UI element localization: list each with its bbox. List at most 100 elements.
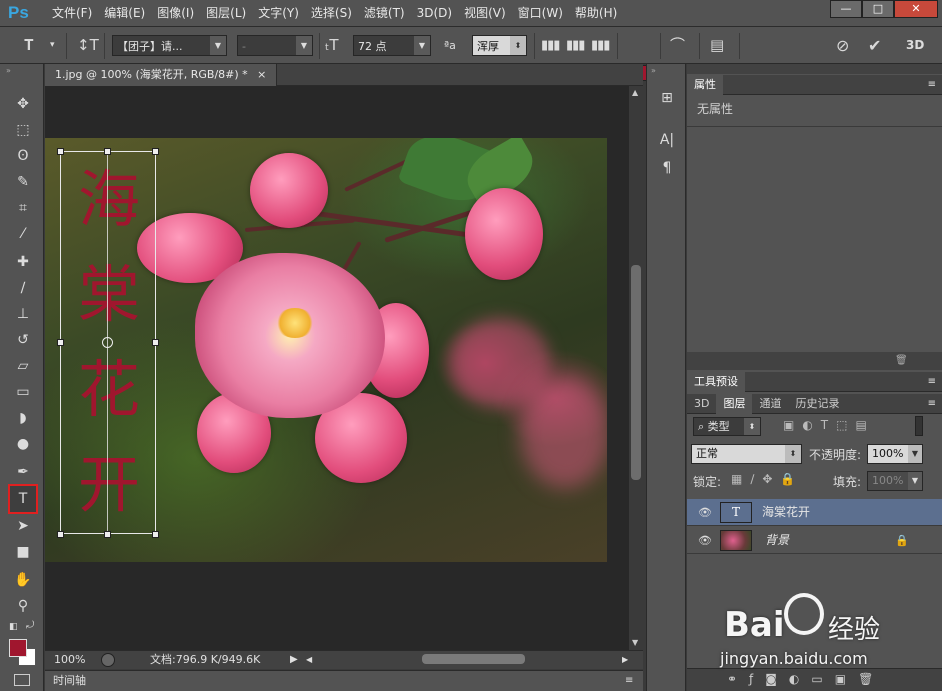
toggle-orientation-icon[interactable]: ↕T <box>77 35 99 56</box>
panel-menu-icon[interactable]: ≡ <box>625 671 633 691</box>
brush-tool-icon[interactable]: ∕ <box>11 276 35 300</box>
menu-view[interactable]: 视图(V) <box>458 0 512 27</box>
menu-edit[interactable]: 编辑(E) <box>98 0 151 27</box>
maximize-button[interactable]: □ <box>862 0 894 18</box>
font-size-select[interactable]: 72 点 ▼ <box>353 35 431 56</box>
layer-name[interactable]: 海棠花开 <box>762 499 810 526</box>
character-panel-icon[interactable]: ▤ <box>710 35 724 56</box>
path-selection-tool-icon[interactable]: ➤ <box>11 514 35 538</box>
cancel-icon[interactable]: ⊘ <box>836 35 849 56</box>
scroll-down-icon[interactable]: ▼ <box>632 638 638 647</box>
hand-tool-icon[interactable]: ✋ <box>11 568 35 592</box>
trash-icon[interactable]: 🗑 <box>895 355 908 366</box>
properties-tab[interactable]: 属性 <box>687 75 723 95</box>
menu-3d[interactable]: 3D(D) <box>411 0 458 27</box>
chevron-down-icon[interactable]: ▾ <box>50 35 55 56</box>
swap-colors-icon[interactable]: ⤾ <box>26 620 34 631</box>
tab-history[interactable]: 历史记录 <box>788 394 846 414</box>
transform-handle[interactable] <box>104 531 111 538</box>
commit-icon[interactable]: ✔ <box>868 35 881 56</box>
type-tool-preset-icon[interactable]: 𝐓 <box>24 35 34 56</box>
clone-stamp-tool-icon[interactable]: ⊥ <box>11 302 35 326</box>
menu-type[interactable]: 文字(Y) <box>252 0 305 27</box>
lasso-tool-icon[interactable]: ʘ <box>11 144 35 168</box>
menu-layer[interactable]: 图层(L) <box>200 0 252 27</box>
reference-point-icon[interactable] <box>102 337 113 348</box>
marquee-tool-icon[interactable]: ⬚ <box>11 118 35 142</box>
blend-mode-select[interactable]: 正常 ⬍ <box>691 444 802 464</box>
healing-brush-tool-icon[interactable]: ✚ <box>11 250 35 274</box>
font-style-select[interactable]: - ▼ <box>237 35 313 56</box>
menu-image[interactable]: 图像(I) <box>151 0 200 27</box>
panel-menu-icon[interactable]: ≡ <box>928 372 936 392</box>
zoom-level[interactable]: 100% <box>54 651 85 669</box>
menu-file[interactable]: 文件(F) <box>46 0 98 27</box>
layer-row-text[interactable]: 👁 T 海棠花开 <box>687 499 942 526</box>
menu-window[interactable]: 窗口(W) <box>512 0 569 27</box>
tab-layers[interactable]: 图层 <box>716 394 753 414</box>
eye-icon[interactable]: 👁 <box>697 499 713 526</box>
warp-text-icon[interactable]: ⌒ <box>670 35 685 56</box>
panel-menu-icon[interactable]: ≡ <box>928 75 936 95</box>
timeline-panel-tab[interactable]: 时间轴 ≡ <box>45 670 643 691</box>
align-right-icon[interactable]: ▮▮▮ <box>591 35 610 56</box>
pen-tool-icon[interactable]: ✒ <box>11 460 35 484</box>
transform-handle[interactable] <box>152 531 159 538</box>
menu-filter[interactable]: 滤镜(T) <box>358 0 411 27</box>
menu-select[interactable]: 选择(S) <box>305 0 358 27</box>
close-tab-icon[interactable]: × <box>257 68 266 81</box>
fill-input[interactable]: 100% ▼ <box>867 471 923 491</box>
move-tool-icon[interactable]: ✥ <box>11 92 35 116</box>
antialias-select[interactable]: 浑厚 ⬍ <box>472 35 527 56</box>
opacity-input[interactable]: 100% ▼ <box>867 444 923 464</box>
tab-channels[interactable]: 通道 <box>752 394 788 414</box>
close-window-button[interactable]: ✕ <box>894 0 938 18</box>
document-tab[interactable]: 1.jpg @ 100% (海棠花开, RGB/8#) * × <box>45 64 278 86</box>
quick-mask-icon[interactable] <box>14 674 30 686</box>
layer-filter-select[interactable]: ⌕ 类型 ⬍ <box>693 417 761 436</box>
transform-handle[interactable] <box>57 339 64 346</box>
horizontal-scroll-thumb[interactable] <box>422 654 525 664</box>
eyedropper-tool-icon[interactable]: ⁄ <box>11 222 35 246</box>
collapse-icon[interactable]: » <box>651 66 656 75</box>
scroll-up-icon[interactable]: ▲ <box>632 88 638 97</box>
status-menu-arrow-icon[interactable]: ▶ <box>290 651 298 669</box>
panel-menu-icon[interactable]: ≡ <box>928 394 936 414</box>
collapse-icon[interactable]: » <box>6 66 11 75</box>
zoom-tool-icon[interactable]: ⚲ <box>11 594 35 618</box>
transform-handle[interactable] <box>57 531 64 538</box>
scroll-right-icon[interactable]: ▶ <box>622 651 628 669</box>
align-left-icon[interactable]: ▮▮▮ <box>541 35 560 56</box>
menu-help[interactable]: 帮助(H) <box>569 0 623 27</box>
font-family-select[interactable]: 【团子】请... ▼ <box>112 35 227 56</box>
layer-row-background[interactable]: 👁 背景 🔒 <box>687 527 942 554</box>
vertical-scroll-thumb[interactable] <box>631 265 641 480</box>
3d-button[interactable]: 3D <box>906 35 924 56</box>
tab-3d[interactable]: 3D <box>687 394 716 414</box>
foreground-color-swatch[interactable] <box>9 639 27 657</box>
transform-handle[interactable] <box>152 148 159 155</box>
transform-handle[interactable] <box>104 148 111 155</box>
eraser-tool-icon[interactable]: ▱ <box>11 354 35 378</box>
tool-presets-icon[interactable]: ⊞ <box>657 88 677 108</box>
transform-handle[interactable] <box>152 339 159 346</box>
gradient-tool-icon[interactable]: ▭ <box>11 380 35 404</box>
default-colors-icon[interactable]: ◧ <box>9 622 18 632</box>
rectangle-tool-icon[interactable]: ■ <box>11 540 35 564</box>
filter-toggle[interactable] <box>915 416 923 436</box>
history-brush-tool-icon[interactable]: ↺ <box>11 328 35 352</box>
quick-select-tool-icon[interactable]: ✎ <box>11 170 35 194</box>
share-icon[interactable] <box>101 653 115 667</box>
transform-handle[interactable] <box>57 148 64 155</box>
paragraph-icon[interactable]: ¶ <box>657 158 677 178</box>
align-center-icon[interactable]: ▮▮▮ <box>566 35 585 56</box>
layer-name[interactable]: 背景 <box>765 527 789 554</box>
tool-presets-tab[interactable]: 工具预设 <box>687 372 745 392</box>
minimize-button[interactable]: — <box>830 0 862 18</box>
scroll-left-icon[interactable]: ◀ <box>306 651 312 669</box>
character-icon[interactable]: A| <box>657 130 677 150</box>
crop-tool-icon[interactable]: ⌗ <box>11 196 35 220</box>
dodge-tool-icon[interactable]: ● <box>11 432 35 456</box>
layer-filter-icons[interactable]: ▣◐T⬚▤ <box>783 418 875 432</box>
type-tool-icon[interactable]: T <box>8 484 38 514</box>
